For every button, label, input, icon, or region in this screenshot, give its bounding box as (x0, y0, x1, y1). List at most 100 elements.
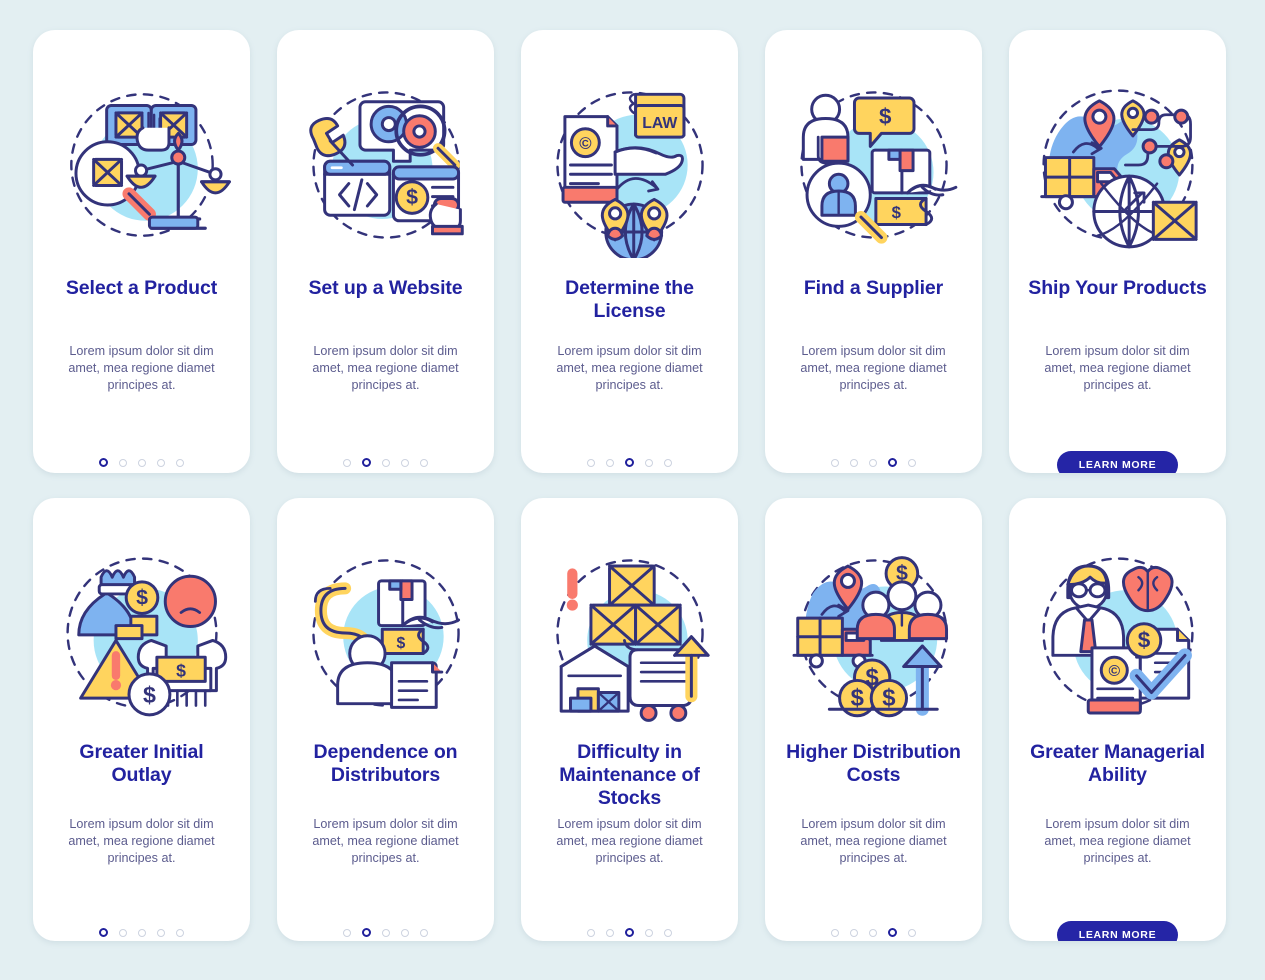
onboarding-card-2: $ Set up a Website Lorem ipsum dolor sit d… (277, 30, 494, 473)
stock-maintenance-illustration (535, 530, 725, 735)
pagination-dots (99, 458, 184, 467)
card-description: Lorem ipsum dolor sit dim amet, mea regi… (556, 817, 703, 865)
pagination-dot[interactable] (343, 458, 351, 467)
onboarding-screens-board: Select a Product Lorem ipsum dolor sit di… (0, 0, 1265, 980)
svg-text:LAW: LAW (642, 114, 677, 131)
pagination-dot[interactable] (138, 928, 146, 937)
pagination-dots (343, 928, 428, 937)
svg-text:©: © (579, 134, 592, 153)
card-description: Lorem ipsum dolor sit dim amet, mea regi… (1044, 817, 1191, 865)
pagination-dot[interactable] (908, 928, 916, 937)
pagination-dot-active[interactable] (99, 928, 108, 937)
onboarding-card-3: LAW © Determine the License Lorem ipsum dol… (521, 30, 738, 473)
pagination-dots (831, 928, 916, 937)
pagination-dot-active[interactable] (625, 458, 634, 467)
pagination-dot[interactable] (176, 458, 184, 467)
pagination-dot[interactable] (606, 458, 614, 467)
card-description: Lorem ipsum dolor sit dim amet, mea regi… (1044, 344, 1191, 392)
svg-text:$: $ (1137, 627, 1150, 652)
onboarding-card-9: $ $ $ $ Higher Distribution Costs Lorem ipsum… (765, 498, 982, 941)
learn-more-button[interactable]: LEARN MORE (1056, 451, 1179, 473)
pagination-dots (99, 928, 184, 937)
card-description: Lorem ipsum dolor sit dim amet, mea regi… (800, 344, 947, 392)
row-2: $ $ $ Greater Initial Outlay Lorem ipsum dol… (33, 498, 1232, 941)
card-description: Lorem ipsum dolor sit dim amet, mea regi… (556, 344, 703, 392)
learn-more-button[interactable]: LEARN MORE (1056, 921, 1179, 941)
pagination-dot[interactable] (119, 458, 127, 467)
pagination-dot-active[interactable] (888, 458, 897, 467)
card-title: Select a Product (65, 277, 218, 299)
distribution-costs-illustration: $ $ $ $ (779, 530, 969, 735)
license-illustration: LAW © (535, 62, 725, 267)
card-title: Greater Managerial Ability (1030, 741, 1205, 786)
pagination-dot[interactable] (831, 458, 839, 467)
svg-text:$: $ (406, 185, 418, 209)
pagination-dot[interactable] (831, 928, 839, 937)
distributor-dependence-illustration: $ (291, 530, 481, 735)
pagination-dot-active[interactable] (362, 928, 371, 937)
pagination-dots (831, 458, 916, 467)
pagination-dot[interactable] (420, 928, 428, 937)
card-description: Lorem ipsum dolor sit dim amet, mea regi… (800, 817, 947, 865)
svg-text:$: $ (891, 203, 901, 222)
pagination-dot-active[interactable] (888, 928, 897, 937)
pagination-dot[interactable] (343, 928, 351, 937)
card-description: Lorem ipsum dolor sit dim amet, mea regi… (68, 817, 215, 865)
pagination-dot[interactable] (420, 458, 428, 467)
shipping-illustration (1023, 62, 1213, 267)
svg-text:$: $ (142, 681, 155, 707)
initial-outlay-illustration: $ $ $ (47, 530, 237, 735)
pagination-dot[interactable] (645, 458, 653, 467)
pagination-dot[interactable] (138, 458, 146, 467)
pagination-dots (587, 928, 672, 937)
svg-text:$: $ (136, 585, 148, 609)
onboarding-card-7: $ Dependence on Distributors Lorem ipsum d… (277, 498, 494, 941)
pagination-dot[interactable] (157, 928, 165, 937)
card-title: Difficulty in Maintenance of Stocks (559, 741, 700, 809)
card-title: Ship Your Products (1028, 277, 1207, 299)
onboarding-card-1: Select a Product Lorem ipsum dolor sit di… (33, 30, 250, 473)
card-title: Greater Initial Outlay (79, 741, 204, 786)
card-title: Set up a Website (308, 277, 463, 299)
pagination-dot[interactable] (664, 458, 672, 467)
pagination-dot[interactable] (606, 928, 614, 937)
card-title: Determine the License (565, 277, 694, 322)
pagination-dot-active[interactable] (362, 458, 371, 467)
pagination-dot[interactable] (119, 928, 127, 937)
pagination-dot[interactable] (869, 928, 877, 937)
svg-text:$: $ (850, 684, 863, 711)
pagination-dot[interactable] (401, 928, 409, 937)
svg-text:$: $ (882, 684, 895, 711)
pagination-dot[interactable] (157, 458, 165, 467)
pagination-dots (343, 458, 428, 467)
pagination-dot[interactable] (645, 928, 653, 937)
pagination-dot[interactable] (869, 458, 877, 467)
pagination-dot[interactable] (850, 928, 858, 937)
row-1: Select a Product Lorem ipsum dolor sit di… (33, 30, 1232, 473)
onboarding-card-10: © $ Greater Managerial Ability Lorem ipsum … (1009, 498, 1226, 941)
pagination-dot[interactable] (587, 458, 595, 467)
svg-text:©: © (1108, 662, 1120, 679)
pagination-dot[interactable] (382, 458, 390, 467)
pagination-dot[interactable] (176, 928, 184, 937)
product-selection-illustration (47, 62, 237, 267)
pagination-dot[interactable] (382, 928, 390, 937)
card-title: Dependence on Distributors (313, 741, 458, 786)
managerial-ability-illustration: © $ (1023, 530, 1213, 735)
card-title: Higher Distribution Costs (786, 741, 961, 786)
pagination-dot[interactable] (908, 458, 916, 467)
onboarding-card-4: $ $ Find a Supplier Lorem ipsum dolor sit d… (765, 30, 982, 473)
pagination-dot-active[interactable] (625, 928, 634, 937)
pagination-dots (587, 458, 672, 467)
pagination-dot[interactable] (850, 458, 858, 467)
svg-text:$: $ (396, 634, 405, 651)
onboarding-card-8: Difficulty in Maintenance of Stocks Lorem… (521, 498, 738, 941)
onboarding-card-6: $ $ $ Greater Initial Outlay Lorem ipsum dol… (33, 498, 250, 941)
card-description: Lorem ipsum dolor sit dim amet, mea regi… (68, 344, 215, 392)
pagination-dot[interactable] (401, 458, 409, 467)
pagination-dot[interactable] (587, 928, 595, 937)
pagination-dot[interactable] (664, 928, 672, 937)
svg-text:$: $ (176, 660, 186, 680)
website-setup-illustration: $ (291, 62, 481, 267)
pagination-dot-active[interactable] (99, 458, 108, 467)
